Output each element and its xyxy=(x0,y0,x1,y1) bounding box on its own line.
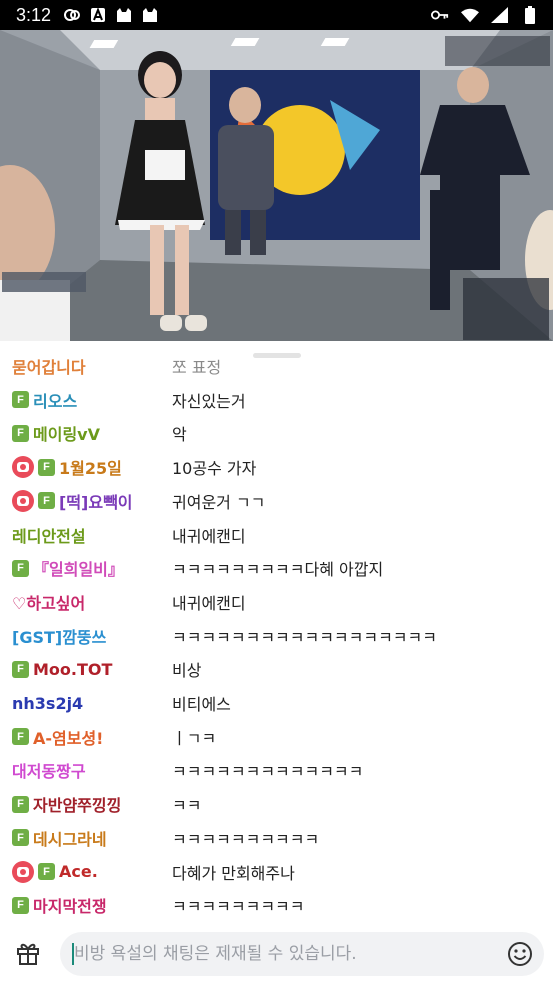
signal-icon xyxy=(491,7,509,23)
fan-badge-icon: F xyxy=(12,795,29,813)
key-icon xyxy=(431,7,449,23)
chat-message-text: ㅋㅋㅋㅋㅋㅋㅋㅋㅋㅋㅋㅋㅋㅋㅋㅋㅋㅋ xyxy=(172,627,437,647)
chat-message-text: 자신있는거 xyxy=(172,391,246,411)
chat-nick-group: F 리오스 xyxy=(12,383,77,417)
fan-badge-icon: F xyxy=(38,492,55,510)
fan-badge-icon: F xyxy=(12,829,29,847)
chat-nickname[interactable]: 대저동짱구 xyxy=(12,758,86,782)
emoji-icon[interactable] xyxy=(506,940,534,968)
chat-panel[interactable]: 묻어갑니다 쪼 표정 F 리오스 자신있는거 F 메이링vV 악 F 1월25일 10공수 가자 F[… xyxy=(0,341,553,923)
subscriber-badge-icon xyxy=(12,860,34,883)
chat-nickname[interactable]: Ace. xyxy=(59,862,98,881)
chat-message-text: 비상 xyxy=(172,661,202,681)
chat-input-field[interactable] xyxy=(60,932,544,976)
gift-icon[interactable] xyxy=(14,939,42,967)
chat-message-text: ㅋㅋㅋㅋㅋㅋㅋㅋㅋㅋㅋㅋㅋ xyxy=(172,762,364,782)
chat-message-row[interactable]: F 데시그라네 ㅋㅋㅋㅋㅋㅋㅋㅋㅋㅋ xyxy=(0,821,553,855)
chat-message-row[interactable]: ♡하고싶어 내귀에캔디 xyxy=(0,585,553,619)
fan-badge-icon: F xyxy=(38,458,55,476)
chat-nick-group: F 1월25일 xyxy=(12,450,122,484)
chat-message-row[interactable]: F [떡]요빽이 귀여운거 ㄱㄱ xyxy=(0,484,553,518)
chat-message-row[interactable]: F Moo.TOT 비상 xyxy=(0,652,553,686)
battery-icon xyxy=(521,6,539,24)
chat-message-row[interactable]: 레디안전설 내귀에캔디 xyxy=(0,518,553,552)
chat-nick-group: F A-염보셩! xyxy=(12,720,103,754)
fan-badge-icon: F xyxy=(38,863,55,880)
subscriber-badge-icon xyxy=(12,489,34,512)
fan-badge-icon: F xyxy=(12,424,29,442)
chat-message-text: ㅋㅋㅋㅋㅋㅋㅋㅋㅋㅋ xyxy=(172,829,320,849)
chat-nick-group: 묻어갑니다 xyxy=(12,349,86,383)
chat-message-row[interactable]: nh3s2j4 비티에스 xyxy=(0,686,553,720)
fan-badge-icon: F xyxy=(12,728,29,746)
chat-nick-group: F Ace. xyxy=(12,855,98,889)
chat-nickname[interactable]: 마지막전쟁 xyxy=(33,893,107,917)
chat-nickname[interactable]: 묻어갑니다 xyxy=(12,354,86,378)
chat-nick-group: F 자반얌쭈낑낑 xyxy=(12,787,121,821)
chat-message-text: 10공수 가자 xyxy=(172,459,257,479)
chat-message-row[interactable]: F 『일희일비』 ㅋㅋㅋㅋㅋㅋㅋㅋㅋ다혜 아깝지 xyxy=(0,551,553,585)
fan-badge-icon: F xyxy=(12,391,29,409)
chat-nickname[interactable]: A-염보셩! xyxy=(33,725,103,749)
wifi-icon xyxy=(461,7,479,23)
chat-nick-group: [GST]깜뚱쓰 xyxy=(12,619,106,653)
chat-nickname[interactable]: Moo.TOT xyxy=(33,660,112,679)
chat-nick-group: F 마지막전쟁 xyxy=(12,888,107,922)
chat-nickname[interactable]: 데시그라네 xyxy=(33,826,107,850)
chat-nick-group: ♡하고싶어 xyxy=(12,585,85,619)
chat-message-text: 내귀에캔디 xyxy=(172,593,246,613)
chat-nickname[interactable]: [떡]요빽이 xyxy=(59,489,133,513)
fan-badge-icon: F xyxy=(12,660,29,678)
chat-nick-group: F Moo.TOT xyxy=(12,652,112,686)
chat-nickname[interactable]: 자반얌쭈낑낑 xyxy=(33,792,121,816)
chat-message-text: 악 xyxy=(172,425,187,445)
fan-badge-icon: F xyxy=(12,559,29,577)
chat-message-text: ㅋㅋ xyxy=(172,796,202,816)
chat-nickname[interactable]: ♡하고싶어 xyxy=(12,590,85,614)
cat-icon xyxy=(115,7,133,23)
chat-message-row[interactable]: F 메이링vV 악 xyxy=(0,416,553,450)
subscriber-badge-icon xyxy=(12,456,34,479)
chat-message-text: 내귀에캔디 xyxy=(172,526,246,546)
text-caret xyxy=(72,943,74,965)
chat-nick-group: F 『일희일비』 xyxy=(12,551,124,585)
chat-nick-group: F [떡]요빽이 xyxy=(12,484,133,518)
chat-nickname[interactable]: 1월25일 xyxy=(59,455,122,479)
status-time: 3:12 xyxy=(16,4,52,25)
chat-nick-group: F 데시그라네 xyxy=(12,821,107,855)
chat-nick-group: nh3s2j4 xyxy=(12,686,83,720)
chat-message-text: 다혜가 만회해주나 xyxy=(172,863,295,883)
chat-nickname[interactable]: 『일희일비』 xyxy=(33,556,124,580)
chat-nickname[interactable]: 레디안전설 xyxy=(12,523,86,547)
sync-icon xyxy=(63,7,81,23)
chat-nickname[interactable]: 리오스 xyxy=(33,388,77,412)
chat-nick-group: 대저동짱구 xyxy=(12,753,86,787)
chat-message-text: 비티에스 xyxy=(172,695,231,714)
a-icon xyxy=(89,7,107,23)
chat-message-row[interactable]: [GST]깜뚱쓰 ㅋㅋㅋㅋㅋㅋㅋㅋㅋㅋㅋㅋㅋㅋㅋㅋㅋㅋ xyxy=(0,619,553,653)
chat-input-bar xyxy=(0,923,553,984)
chat-message-row[interactable]: F 마지막전쟁 ㅋㅋㅋㅋㅋㅋㅋㅋㅋ xyxy=(0,888,553,922)
chat-nick-group: 레디안전설 xyxy=(12,518,86,552)
chat-message-text: ㅋㅋㅋㅋㅋㅋㅋㅋㅋ다혜 아깝지 xyxy=(172,560,384,580)
chat-message-row[interactable]: F A-염보셩! ㅣㄱㅋ xyxy=(0,720,553,754)
chat-message-text: ㅋㅋㅋㅋㅋㅋㅋㅋㅋ xyxy=(172,897,305,917)
chat-message-row[interactable]: F Ace. 다혜가 만회해주나 xyxy=(0,855,553,889)
status-bar: 3:12 xyxy=(0,0,553,30)
chat-nick-group: F 메이링vV xyxy=(12,416,100,450)
chat-message-row[interactable]: 묻어갑니다 쪼 표정 xyxy=(0,349,553,383)
chat-message-row[interactable]: F 1월25일 10공수 가자 xyxy=(0,450,553,484)
chat-message-row[interactable]: F 리오스 자신있는거 xyxy=(0,383,553,417)
chat-message-text: ㅣㄱㅋ xyxy=(172,728,217,748)
chat-nickname[interactable]: 메이링vV xyxy=(33,421,100,445)
video-player[interactable] xyxy=(0,30,553,341)
chat-message-row[interactable]: 대저동짱구 ㅋㅋㅋㅋㅋㅋㅋㅋㅋㅋㅋㅋㅋ xyxy=(0,753,553,787)
cat-icon xyxy=(141,7,159,23)
chat-message-text: 귀여운거 ㄱㄱ xyxy=(172,492,266,512)
chat-nickname[interactable]: [GST]깜뚱쓰 xyxy=(12,624,106,648)
chat-message-text: 쪼 표정 xyxy=(172,358,222,377)
chat-nickname[interactable]: nh3s2j4 xyxy=(12,694,83,713)
chat-message-row[interactable]: F 자반얌쭈낑낑 ㅋㅋ xyxy=(0,787,553,821)
fan-badge-icon: F xyxy=(12,896,29,914)
